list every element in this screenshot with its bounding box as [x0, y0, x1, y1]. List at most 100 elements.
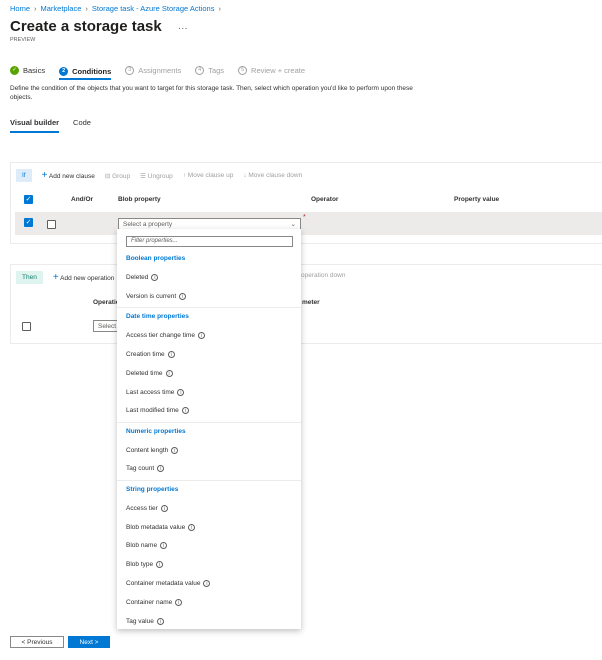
- header-property-value: Property value: [454, 196, 500, 203]
- option-label: Blob type: [126, 561, 154, 569]
- info-icon[interactable]: i: [157, 465, 165, 473]
- more-options-icon[interactable]: ···: [178, 23, 188, 34]
- property-option[interactable]: Blob type i: [126, 561, 164, 569]
- info-icon[interactable]: i: [175, 598, 183, 606]
- option-label: Access tier change time: [126, 332, 196, 340]
- move-clause-down-button[interactable]: ↓ Move clause down: [243, 172, 302, 179]
- row-select-checkbox[interactable]: ✓: [24, 218, 33, 227]
- add-new-operation-button[interactable]: + Add new operation: [53, 272, 115, 283]
- property-option[interactable]: Blob name i: [126, 542, 168, 550]
- next-button[interactable]: Next >: [68, 636, 110, 648]
- info-icon[interactable]: i: [198, 332, 206, 340]
- wizard-steps: ✓ Basics 2 Conditions 3 Assignments 4 Tags 5…: [10, 60, 305, 80]
- info-icon[interactable]: i: [160, 542, 168, 550]
- info-icon[interactable]: i: [177, 388, 185, 396]
- property-option[interactable]: Tag count i: [126, 465, 165, 473]
- select-all-checkbox[interactable]: ✓: [24, 195, 33, 204]
- option-label: Deleted time: [126, 369, 163, 377]
- chevron-right-icon: ›: [34, 4, 37, 13]
- tab-visual-builder[interactable]: Visual builder: [10, 118, 60, 133]
- then-toolbar: Then + Add new operation: [16, 271, 114, 284]
- if-tag: If: [16, 169, 32, 182]
- option-label: Blob metadata value: [126, 523, 186, 531]
- tab-code[interactable]: Code: [73, 118, 91, 133]
- then-tag: Then: [16, 271, 43, 284]
- property-option[interactable]: Last access time i: [126, 388, 185, 396]
- option-label: Access tier: [126, 504, 158, 512]
- ungroup-button[interactable]: ☰ Ungroup: [140, 172, 173, 180]
- property-dropdown: Filter properties... Boolean properties D…: [117, 229, 301, 629]
- chevron-right-icon: ›: [218, 4, 221, 13]
- header-and-or: And/Or: [71, 196, 94, 203]
- property-option[interactable]: Blob metadata value i: [126, 523, 196, 531]
- group-header: Numeric properties: [126, 427, 186, 435]
- arrow-up-icon: ↑: [182, 172, 186, 179]
- property-option[interactable]: Access tier i: [126, 504, 168, 512]
- property-option[interactable]: Version is current i: [126, 292, 187, 300]
- breadcrumb-storage-task[interactable]: Storage task - Azure Storage Actions: [92, 4, 215, 13]
- filter-properties-input[interactable]: Filter properties...: [126, 236, 293, 247]
- property-option[interactable]: Last modified time i: [126, 407, 189, 415]
- step-tags[interactable]: 4 Tags: [195, 64, 224, 76]
- breadcrumb: Home › Marketplace › Storage task - Azure …: [10, 4, 221, 13]
- breadcrumb-marketplace[interactable]: Marketplace: [41, 4, 82, 13]
- property-option[interactable]: Content length i: [126, 446, 179, 454]
- info-icon[interactable]: i: [171, 446, 179, 454]
- step-conditions[interactable]: 2 Conditions: [59, 64, 112, 80]
- page-title-text: Create a storage task: [10, 18, 162, 35]
- option-label: Last modified time: [126, 407, 179, 415]
- info-icon[interactable]: i: [156, 561, 164, 569]
- header-operator: Operator: [311, 196, 339, 203]
- step-label: Conditions: [72, 66, 112, 76]
- move-operation-down-button[interactable]: operation down: [301, 272, 345, 279]
- group-header: Date time properties: [126, 313, 189, 321]
- step-assignments[interactable]: 3 Assignments: [125, 64, 181, 76]
- group-divider: [117, 479, 301, 481]
- label: Group: [112, 172, 131, 180]
- header-operation: Operatio: [93, 299, 120, 306]
- group-divider: [117, 307, 301, 309]
- info-icon[interactable]: i: [181, 407, 189, 415]
- label: Add new clause: [48, 173, 95, 180]
- group-button[interactable]: ⊟ Group: [105, 172, 130, 180]
- property-option[interactable]: Deleted time i: [126, 369, 173, 377]
- property-option[interactable]: Creation time i: [126, 350, 175, 358]
- clause-row: ✓ Select a property ⌄ *: [15, 212, 602, 235]
- arrow-down-icon: ↓: [243, 172, 247, 179]
- property-option[interactable]: Container metadata value i: [126, 579, 211, 587]
- step-label: Review + create: [251, 65, 306, 75]
- header-blob-property: Blob property: [118, 196, 161, 203]
- previous-button[interactable]: < Previous: [10, 636, 64, 648]
- property-option[interactable]: Access tier change time i: [126, 332, 206, 340]
- info-icon[interactable]: i: [165, 369, 173, 377]
- then-panel: Then + Add new operation operation down …: [10, 264, 602, 344]
- option-label: Blob name: [126, 542, 158, 550]
- info-icon[interactable]: i: [179, 292, 187, 300]
- plus-icon: +: [41, 170, 48, 181]
- info-icon[interactable]: i: [160, 504, 168, 512]
- group-icon: ⊟: [104, 172, 111, 180]
- option-label: Tag count: [126, 465, 155, 473]
- and-or-checkbox[interactable]: [47, 220, 56, 229]
- add-new-clause-button[interactable]: + Add new clause: [42, 170, 95, 181]
- step-review-create[interactable]: 5 Review + create: [238, 64, 305, 76]
- move-clause-up-button[interactable]: ↑ Move clause up: [183, 172, 234, 179]
- builder-tabs: Visual builder Code: [10, 118, 91, 133]
- info-icon[interactable]: i: [156, 617, 164, 625]
- info-icon[interactable]: i: [151, 274, 159, 281]
- operation-row-checkbox[interactable]: [22, 322, 31, 331]
- property-option[interactable]: Container name i: [126, 598, 183, 606]
- step-number: 5: [238, 65, 248, 75]
- info-icon[interactable]: i: [188, 523, 196, 531]
- option-label: Tag value: [126, 617, 154, 625]
- info-icon[interactable]: i: [203, 579, 211, 587]
- step-label: Basics: [23, 65, 46, 75]
- property-option[interactable]: Tag value i: [126, 617, 164, 625]
- label: Add new operation: [60, 275, 115, 282]
- info-icon[interactable]: i: [167, 350, 175, 358]
- step-basics[interactable]: ✓ Basics: [10, 64, 45, 76]
- chevron-down-icon: ⌄: [290, 221, 296, 228]
- option-label: Creation time: [126, 350, 165, 358]
- breadcrumb-home[interactable]: Home: [10, 4, 30, 13]
- property-option[interactable]: Deleted i: [126, 274, 159, 281]
